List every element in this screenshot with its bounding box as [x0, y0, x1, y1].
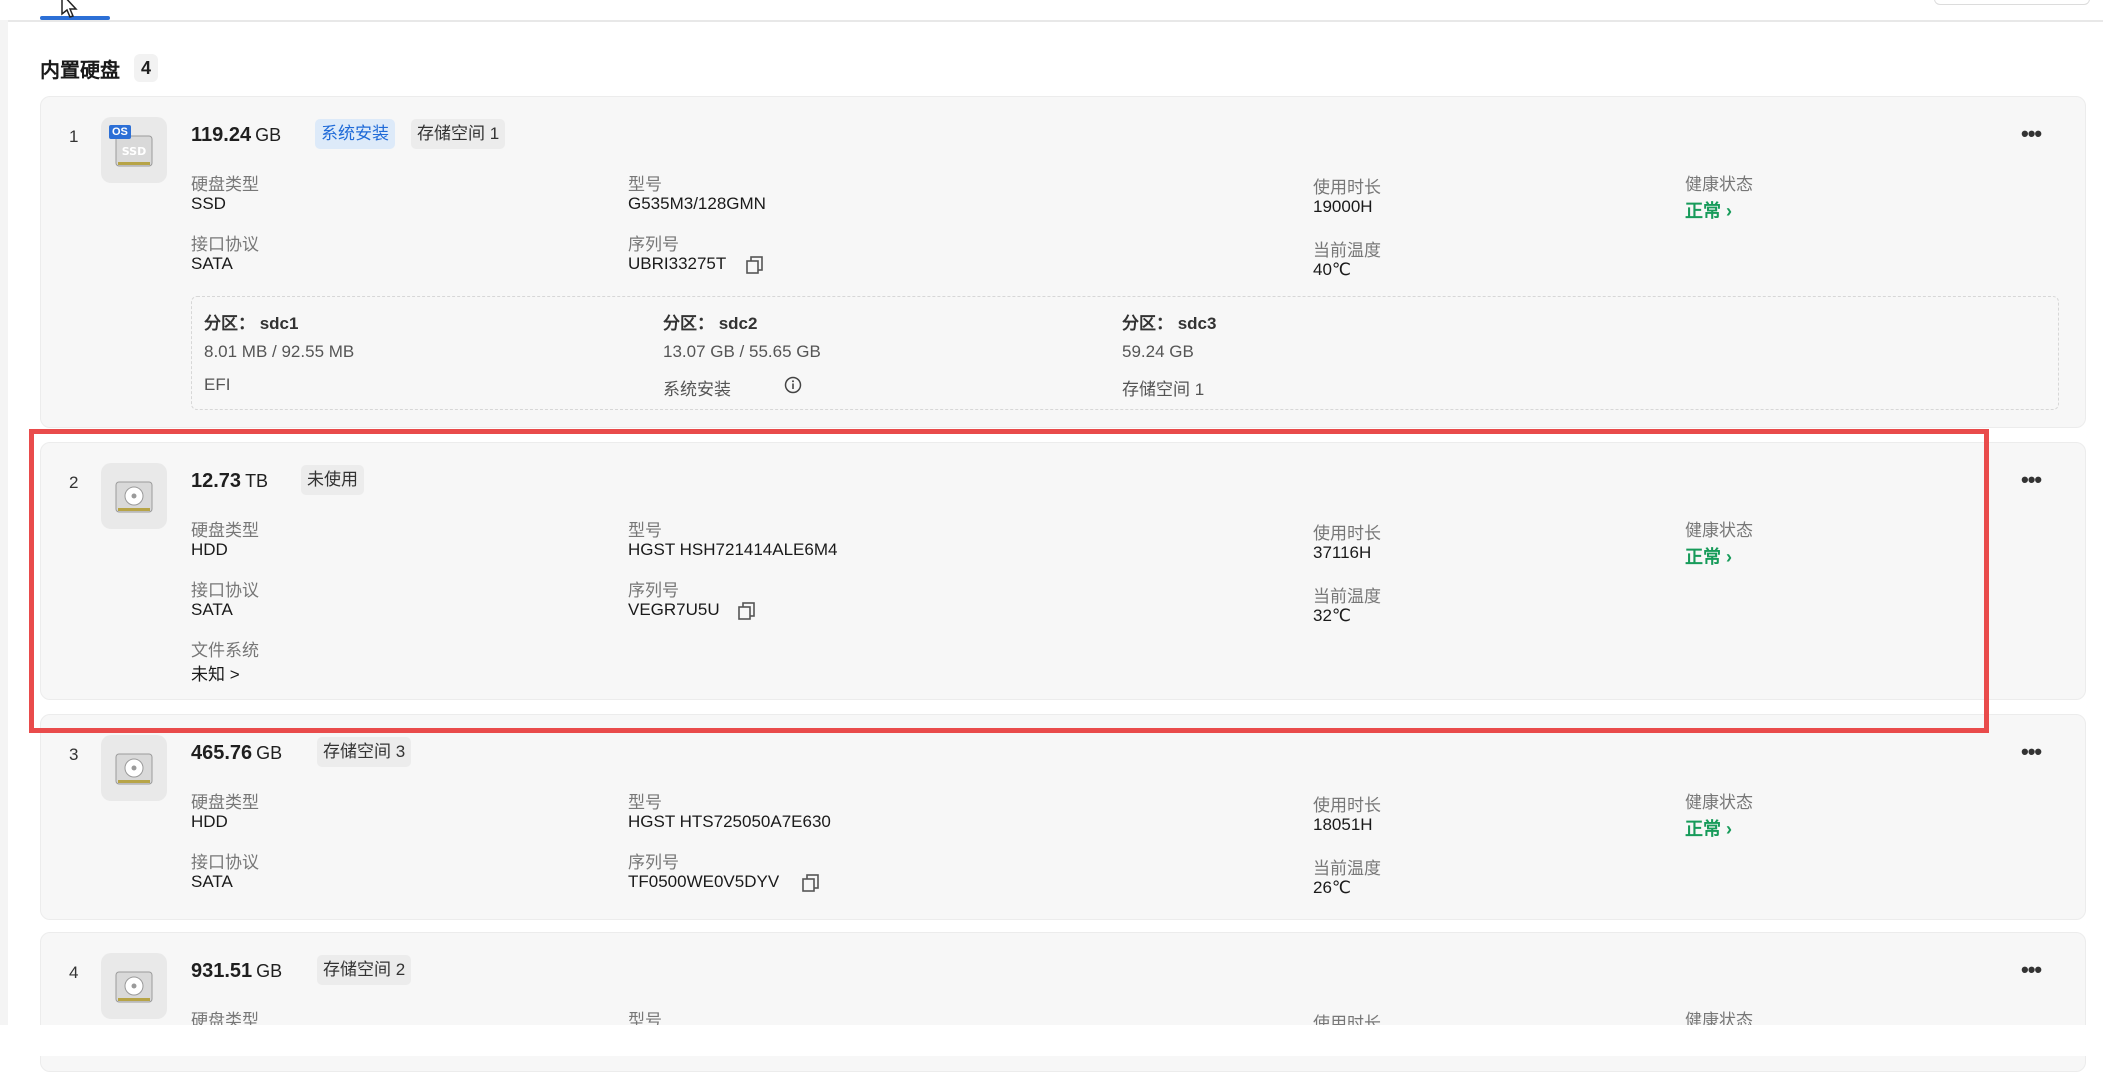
value-interface: SATA [191, 600, 233, 619]
label-disk-type: 硬盘类型 [191, 521, 259, 540]
disk-capacity: 465.76 GB [191, 742, 283, 764]
disk-card-2[interactable]: 2 12.73 TB 未使用 ••• 硬盘类型 HDD 接口协议 SATA 文件系… [40, 442, 2086, 700]
label-serial: 序列号 [628, 235, 679, 254]
disk-capacity: 931.51 GB [191, 960, 283, 982]
hdd-disk-icon [101, 463, 167, 529]
value-disk-type: HDD [191, 540, 228, 559]
disk-card-1[interactable]: 1 SSD OS 119.24 GB 系统安装 存储空间 1 ••• 硬盘类型 S… [40, 96, 2086, 428]
partition-usage: 系统安装 [663, 380, 731, 399]
label-temperature: 当前温度 [1313, 587, 1381, 606]
section-title: 内置硬盘 [40, 60, 120, 82]
disk-index: 1 [69, 127, 79, 146]
label-temperature: 当前温度 [1313, 859, 1381, 878]
partition-size: 13.07 GB / 55.65 GB [663, 342, 821, 361]
more-options-button[interactable]: ••• [2021, 959, 2047, 985]
left-gutter [0, 20, 8, 1025]
value-disk-type: HDD [191, 812, 228, 831]
copy-icon[interactable] [737, 601, 757, 621]
copy-icon[interactable] [745, 255, 765, 275]
disk-capacity: 119.24 GB [191, 124, 282, 146]
value-model: HGST HSH721414ALE6M4 [628, 540, 838, 559]
label-usage-time: 使用时长 [1313, 178, 1381, 197]
label-usage-time: 使用时长 [1313, 524, 1381, 543]
value-temperature: 26℃ [1313, 878, 1352, 897]
partition-title: 分区： sdc1 [204, 314, 299, 333]
disk-count-badge: 4 [134, 54, 158, 82]
value-usage-time: 37116H [1313, 543, 1372, 562]
disk-index: 2 [69, 473, 79, 492]
label-interface: 接口协议 [191, 581, 259, 600]
more-options-button[interactable]: ••• [2021, 469, 2047, 495]
label-health: 健康状态 [1685, 793, 1753, 812]
copy-icon[interactable] [801, 873, 821, 893]
os-badge: OS [109, 125, 131, 139]
info-icon[interactable] [784, 376, 802, 394]
health-status-link[interactable]: 正常 › [1685, 197, 1732, 223]
label-model: 型号 [628, 793, 662, 812]
partition-usage: 存储空间 1 [1122, 380, 1205, 399]
disk-index: 3 [69, 745, 79, 764]
filesystem-link[interactable]: 未知 > [191, 660, 240, 685]
hdd-disk-icon [101, 735, 167, 801]
hdd-disk-icon [101, 953, 167, 1019]
partition-size: 8.01 MB / 92.55 MB [204, 342, 355, 361]
value-disk-type: SSD [191, 194, 226, 213]
label-interface: 接口协议 [191, 853, 259, 872]
label-model: 型号 [628, 521, 662, 540]
partition-title: 分区： sdc3 [1122, 314, 1217, 333]
value-interface: SATA [191, 254, 233, 273]
value-serial: TF0500WE0V5DYV [628, 872, 780, 891]
tag-storage-space: 存储空间 1 [411, 119, 506, 149]
label-health: 健康状态 [1685, 175, 1753, 194]
label-temperature: 当前温度 [1313, 241, 1381, 260]
ssd-disk-icon: SSD OS [101, 117, 167, 183]
top-tab-bar [0, 0, 2103, 22]
disk-card-3[interactable]: 3 465.76 GB 存储空间 3 ••• 硬盘类型 HDD 接口协议 SATA… [40, 714, 2086, 920]
partition-title: 分区： sdc2 [663, 314, 758, 333]
tag-system-install: 系统安装 [315, 119, 395, 149]
top-right-button[interactable] [1934, 0, 2090, 5]
label-disk-type: 硬盘类型 [191, 175, 259, 194]
partition-size: 59.24 GB [1122, 342, 1194, 361]
partition-list: 分区： sdc1 8.01 MB / 92.55 MB EFI 分区： sdc2… [191, 296, 2059, 410]
mouse-cursor-icon [61, 0, 78, 18]
label-serial: 序列号 [628, 853, 679, 872]
value-model: G535M3/128GMN [628, 194, 766, 213]
label-disk-type: 硬盘类型 [191, 793, 259, 812]
value-serial: UBRI33275T [628, 254, 727, 273]
tag-storage-space: 存储空间 2 [317, 955, 412, 985]
value-serial: VEGR7U5U [628, 600, 720, 619]
disk-capacity: 12.73 TB [191, 470, 269, 492]
label-serial: 序列号 [628, 581, 679, 600]
svg-text:SSD: SSD [122, 145, 146, 158]
bottom-edge [0, 1025, 2103, 1056]
label-filesystem: 文件系统 [191, 641, 259, 660]
label-interface: 接口协议 [191, 235, 259, 254]
label-health: 健康状态 [1685, 521, 1753, 540]
disk-index: 4 [69, 963, 79, 982]
value-usage-time: 19000H [1313, 197, 1373, 216]
value-interface: SATA [191, 872, 233, 891]
tag-unused: 未使用 [301, 465, 364, 495]
value-usage-time: 18051H [1313, 815, 1373, 834]
health-status-link[interactable]: 正常 › [1685, 815, 1732, 841]
partition-usage: EFI [204, 375, 231, 394]
label-usage-time: 使用时长 [1313, 796, 1381, 815]
value-model: HGST HTS725050A7E630 [628, 812, 831, 831]
tag-storage-space: 存储空间 3 [317, 737, 412, 767]
health-status-link[interactable]: 正常 › [1685, 543, 1732, 569]
label-model: 型号 [628, 175, 662, 194]
more-options-button[interactable]: ••• [2021, 741, 2047, 767]
value-temperature: 40℃ [1313, 260, 1352, 279]
value-temperature: 32℃ [1313, 606, 1352, 625]
more-options-button[interactable]: ••• [2021, 123, 2047, 149]
